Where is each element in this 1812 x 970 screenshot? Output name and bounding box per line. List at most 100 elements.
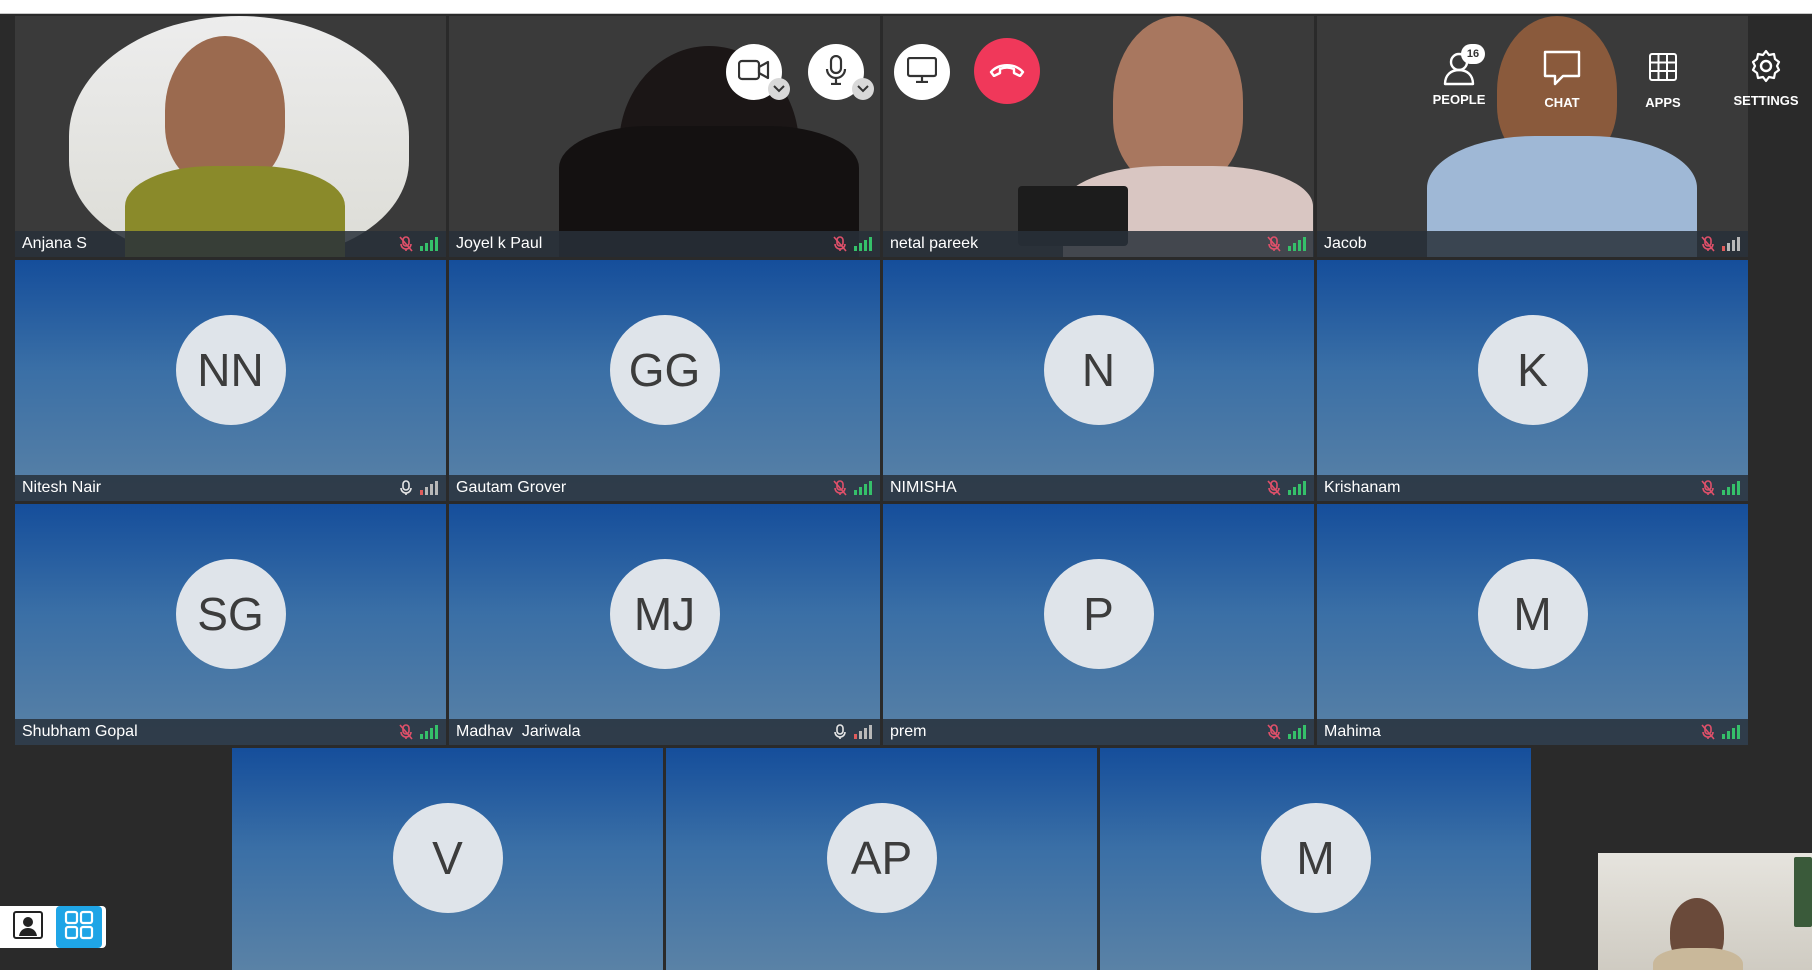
people-count-badge: 16 xyxy=(1461,44,1485,64)
monitor-icon xyxy=(906,56,938,88)
participant-name: Madhav Jariwala xyxy=(456,723,581,740)
mic-on-icon xyxy=(832,723,848,741)
speaker-view-button[interactable] xyxy=(0,906,56,948)
signal-strength-icon xyxy=(1722,481,1740,495)
participant-tile[interactable]: SG Shubham Gopal xyxy=(15,504,446,745)
participant-name: Krishanam xyxy=(1324,479,1401,496)
participant-grid: Anjana S Joyel k Paul netal pareek Jacob xyxy=(0,0,1812,970)
mic-muted-icon xyxy=(1700,479,1716,497)
participant-tile[interactable]: netal pareek xyxy=(883,16,1314,257)
participant-namebar: Krishanam xyxy=(1317,475,1748,501)
signal-strength-icon xyxy=(1288,237,1306,251)
avatar: AP xyxy=(826,803,937,913)
participant-name: Shubham Gopal xyxy=(22,723,138,740)
people-icon-wrap: 16 xyxy=(1441,44,1485,89)
participant-tile[interactable]: AP xyxy=(666,748,1097,970)
hangup-button[interactable] xyxy=(974,38,1040,104)
mic-muted-icon xyxy=(1700,235,1716,253)
chevron-down-icon xyxy=(773,80,785,98)
participant-name: netal pareek xyxy=(890,235,979,252)
mic-muted-icon xyxy=(398,723,414,741)
mic-muted-icon xyxy=(1266,479,1282,497)
chevron-down-icon xyxy=(857,80,869,98)
participant-tile[interactable]: M xyxy=(1100,748,1531,970)
participant-namebar: Anjana S xyxy=(15,231,446,257)
layout-toggle xyxy=(0,906,106,948)
camera-options-button[interactable] xyxy=(768,78,790,100)
mic-muted-icon xyxy=(1266,235,1282,253)
mic-muted-icon xyxy=(1266,723,1282,741)
signal-strength-icon xyxy=(854,725,872,739)
avatar: NN xyxy=(175,314,286,425)
participant-namebar: Shubham Gopal xyxy=(15,719,446,745)
grid-view-icon xyxy=(64,910,94,945)
signal-strength-icon xyxy=(1722,725,1740,739)
participant-name: Nitesh Nair xyxy=(22,479,102,496)
participant-namebar: Nitesh Nair xyxy=(15,475,446,501)
participant-namebar: Gautam Grover xyxy=(449,475,880,501)
participant-tile[interactable]: K Krishanam xyxy=(1317,260,1748,501)
signal-strength-icon xyxy=(1722,237,1740,251)
avatar: MJ xyxy=(609,558,720,669)
participant-namebar: NIMISHA xyxy=(883,475,1314,501)
phone-hangup-icon xyxy=(988,61,1026,82)
participant-tile[interactable]: MJ Madhav Jariwala xyxy=(449,504,880,745)
mic-muted-icon xyxy=(832,479,848,497)
avatar: M xyxy=(1477,558,1588,669)
people-label: PEOPLE xyxy=(1432,92,1486,107)
participant-tile[interactable]: M Mahima xyxy=(1317,504,1748,745)
chat-label: CHAT xyxy=(1544,95,1580,110)
mic-muted-icon xyxy=(1700,723,1716,741)
participant-tile[interactable]: N NIMISHA xyxy=(883,260,1314,501)
avatar: N xyxy=(1043,314,1154,425)
self-view-video[interactable] xyxy=(1598,853,1812,970)
avatar: K xyxy=(1477,314,1588,425)
avatar: P xyxy=(1043,558,1154,669)
avatar: SG xyxy=(175,558,286,669)
settings-button[interactable]: SETTINGS xyxy=(1724,48,1808,108)
participant-namebar: Madhav Jariwala xyxy=(449,719,880,745)
video-camera-icon xyxy=(737,59,770,86)
avatar: M xyxy=(1260,803,1371,913)
apps-button[interactable]: APPS xyxy=(1632,50,1694,110)
people-icon xyxy=(1441,52,1477,89)
microphone-options-button[interactable] xyxy=(852,78,874,100)
participant-namebar: Mahima xyxy=(1317,719,1748,745)
share-screen-button[interactable] xyxy=(894,44,950,100)
participant-namebar: netal pareek xyxy=(883,231,1314,257)
participant-name: NIMISHA xyxy=(890,479,957,496)
participant-tile[interactable]: V xyxy=(232,748,663,970)
apps-label: APPS xyxy=(1645,95,1681,110)
settings-label: SETTINGS xyxy=(1733,93,1799,108)
signal-strength-icon xyxy=(420,237,438,251)
chat-bubble-icon xyxy=(1543,50,1581,89)
participant-name: Jacob xyxy=(1324,235,1367,252)
grid-apps-icon xyxy=(1648,50,1678,89)
mic-muted-icon xyxy=(832,235,848,253)
mic-on-icon xyxy=(398,479,414,497)
portrait-icon xyxy=(13,910,43,944)
signal-strength-icon xyxy=(420,481,438,495)
mic-muted-icon xyxy=(398,235,414,253)
signal-strength-icon xyxy=(854,237,872,251)
grid-view-button[interactable] xyxy=(56,906,102,948)
participant-name: Gautam Grover xyxy=(456,479,567,496)
participant-name: Mahima xyxy=(1324,723,1381,740)
participant-tile[interactable]: GG Gautam Grover xyxy=(449,260,880,501)
people-button[interactable]: 16 PEOPLE xyxy=(1428,44,1490,107)
participant-name: Anjana S xyxy=(22,235,87,252)
participant-name: Joyel k Paul xyxy=(456,235,543,252)
participant-tile[interactable]: NN Nitesh Nair xyxy=(15,260,446,501)
avatar: V xyxy=(392,803,503,913)
participant-tile[interactable]: P prem xyxy=(883,504,1314,745)
participant-name: prem xyxy=(890,723,927,740)
signal-strength-icon xyxy=(854,481,872,495)
participant-namebar: Jacob xyxy=(1317,231,1748,257)
participant-namebar: prem xyxy=(883,719,1314,745)
participant-tile[interactable]: Anjana S xyxy=(15,16,446,257)
signal-strength-icon xyxy=(1288,481,1306,495)
chat-button[interactable]: CHAT xyxy=(1530,50,1594,110)
signal-strength-icon xyxy=(420,725,438,739)
microphone-icon xyxy=(825,54,847,90)
avatar: GG xyxy=(609,314,720,425)
